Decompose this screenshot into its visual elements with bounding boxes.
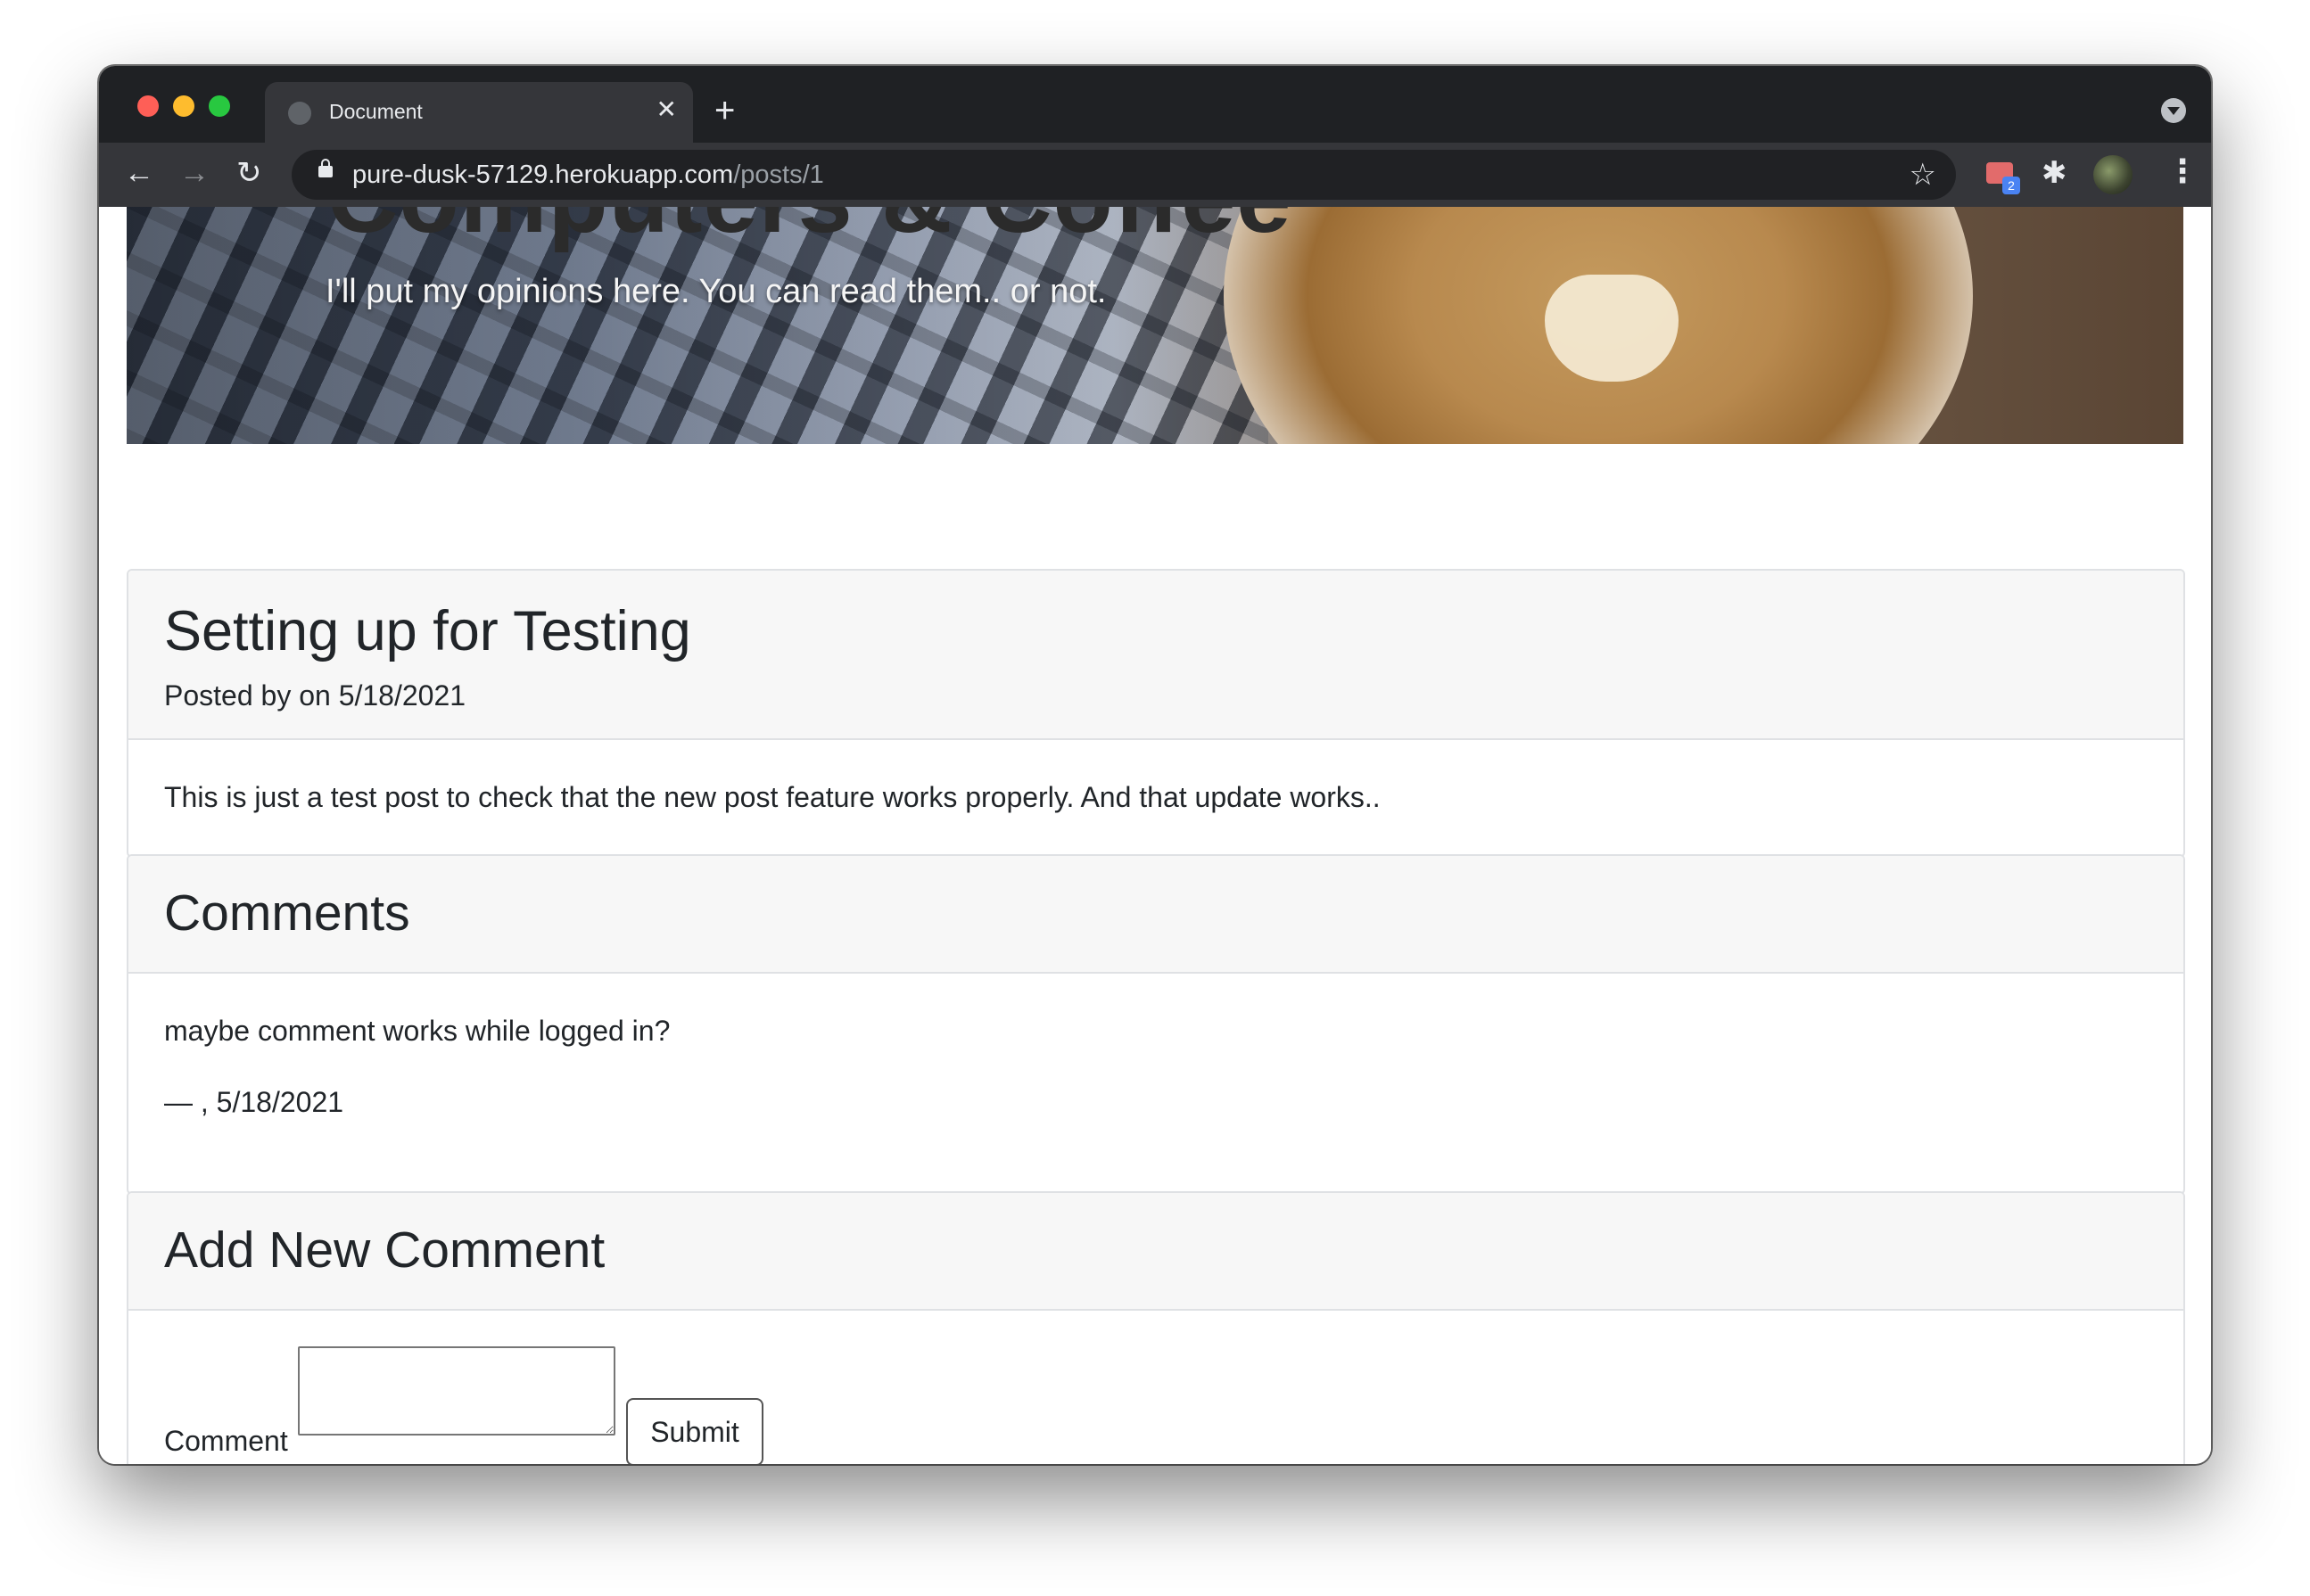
post-header: Setting up for Testing Posted by on 5/18… [128, 571, 2183, 740]
latte-art [1545, 275, 1679, 382]
address-bar[interactable]: pure-dusk-57129.herokuapp.com/posts/1 ☆ [292, 150, 1956, 200]
add-comment-heading: Add New Comment [164, 1222, 606, 1279]
comment-textarea[interactable] [298, 1346, 615, 1436]
browser-window: Document ✕ + ← → ↻ pure-dusk-57129.herok… [99, 66, 2211, 1464]
browser-tab[interactable]: Document ✕ [265, 82, 693, 143]
post-meta: Posted by on 5/18/2021 [164, 679, 466, 712]
globe-icon [288, 102, 311, 125]
post-card: Setting up for Testing Posted by on 5/18… [127, 569, 2185, 858]
reload-icon[interactable]: ↻ [236, 155, 262, 191]
add-comment-card: Add New Comment Comment Submit [127, 1191, 2185, 1464]
lock-icon[interactable] [318, 159, 333, 177]
tab-search-icon[interactable] [2161, 98, 2186, 123]
site-subtitle: I'll put my opinions here. You can read … [326, 273, 1107, 310]
comment-form: Comment Submit [128, 1311, 2183, 1464]
back-icon[interactable]: ← [124, 155, 154, 191]
tab-title: Document [329, 100, 423, 123]
tab-close-icon[interactable]: ✕ [656, 95, 677, 125]
more-icon[interactable]: ⋮ [2166, 153, 2199, 189]
close-window-button[interactable] [137, 95, 159, 117]
comments-heading: Comments [164, 884, 410, 942]
site-title: Computers & Coffee [327, 207, 1291, 257]
page-content: Computers & Coffee I'll put my opinions … [99, 207, 2211, 1464]
comments-header: Comments [128, 856, 2183, 974]
comments-card: Comments maybe comment works while logge… [127, 854, 2185, 1195]
star-icon[interactable]: ☆ [1910, 157, 1936, 193]
add-comment-header: Add New Comment [128, 1193, 2183, 1311]
new-tab-icon[interactable]: + [714, 93, 735, 128]
puzzle-icon[interactable]: ✱ [2042, 155, 2067, 191]
url-domain: pure-dusk-57129.herokuapp.com [352, 160, 734, 189]
post-title: Setting up for Testing [164, 600, 691, 662]
tab-strip: Document ✕ + [99, 66, 2211, 143]
minimize-window-button[interactable] [173, 95, 194, 117]
url-text[interactable]: pure-dusk-57129.herokuapp.com/posts/1 [352, 160, 824, 190]
hero-banner: Computers & Coffee I'll put my opinions … [127, 207, 2183, 444]
maximize-window-button[interactable] [209, 95, 230, 117]
avatar[interactable] [2093, 155, 2133, 194]
url-path: /posts/1 [733, 160, 824, 189]
forward-icon[interactable]: → [179, 155, 210, 191]
submit-button[interactable]: Submit [626, 1398, 763, 1464]
extension-badge: 2 [2002, 177, 2020, 194]
post-body: This is just a test post to check that t… [164, 781, 1381, 813]
browser-toolbar: ← → ↻ pure-dusk-57129.herokuapp.com/post… [99, 143, 2211, 207]
comment-meta: — , 5/18/2021 [164, 1086, 344, 1118]
comment-label: Comment [164, 1425, 288, 1457]
comment-text: maybe comment works while logged in? [164, 1015, 671, 1047]
comment-item: maybe comment works while logged in? — ,… [128, 974, 2183, 1120]
